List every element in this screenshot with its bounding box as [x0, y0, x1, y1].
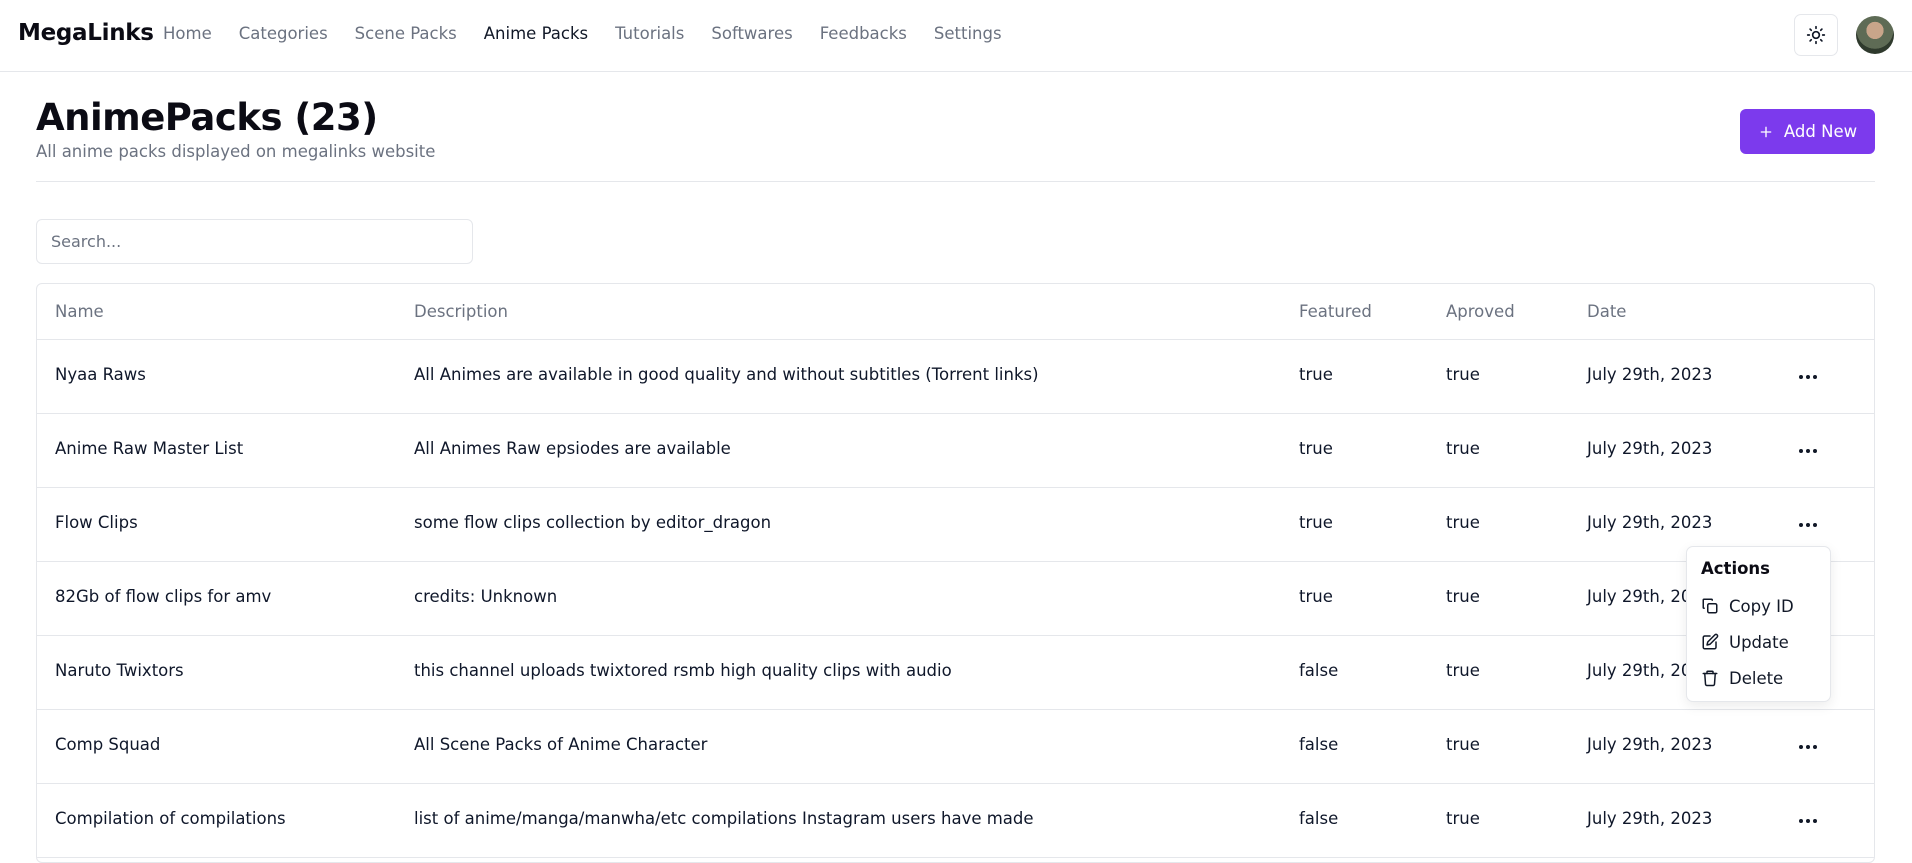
table-row: Flow Clips some flow clips collection by…: [37, 488, 1874, 562]
cell-date: July 29th, 20: [1587, 587, 1692, 606]
cell-description: list of anime/manga/manwha/etc compilati…: [414, 809, 1034, 828]
cell-description: All Animes are available in good quality…: [414, 365, 1039, 384]
copy-id-menu-item[interactable]: Copy ID: [1693, 589, 1825, 623]
column-header-name[interactable]: Name: [55, 302, 104, 321]
sun-icon: [1806, 25, 1826, 45]
cell-featured: false: [1299, 661, 1339, 680]
cell-name: Anime Raw Master List: [55, 439, 244, 458]
anime-packs-table: Name Description Featured Aproved Date N…: [36, 283, 1875, 863]
nav-link-home[interactable]: Home: [163, 24, 212, 43]
column-header-date[interactable]: Date: [1587, 302, 1626, 321]
row-actions-button[interactable]: [1792, 510, 1824, 540]
cell-approved: true: [1446, 735, 1480, 754]
cell-approved: true: [1446, 587, 1480, 606]
nav-link-softwares[interactable]: Softwares: [711, 24, 792, 43]
more-horizontal-icon: [1799, 375, 1803, 379]
user-avatar[interactable]: [1856, 16, 1894, 54]
nav-link-settings[interactable]: Settings: [934, 24, 1002, 43]
column-header-approved[interactable]: Aproved: [1446, 302, 1515, 321]
cell-date: July 29th, 2023: [1587, 809, 1713, 828]
column-header-description[interactable]: Description: [414, 302, 508, 321]
page-subtitle: All anime packs displayed on megalinks w…: [36, 142, 436, 161]
add-new-button[interactable]: Add New: [1740, 109, 1875, 154]
nav-links: Home Categories Scene Packs Anime Packs …: [163, 24, 1002, 43]
header-divider: [36, 181, 1875, 182]
plus-icon: [1760, 126, 1772, 137]
cell-approved: true: [1446, 513, 1480, 532]
update-menu-item[interactable]: Update: [1693, 625, 1825, 659]
nav-link-anime-packs[interactable]: Anime Packs: [484, 24, 588, 43]
cell-description: credits: Unknown: [414, 587, 558, 606]
brand-logo[interactable]: MegaLinks: [18, 20, 154, 46]
cell-date: July 29th, 2023: [1587, 735, 1713, 754]
row-actions-button[interactable]: [1792, 806, 1824, 836]
cell-description: this channel uploads twixtored rsmb high…: [414, 661, 952, 680]
cell-approved: true: [1446, 661, 1480, 680]
row-actions-button[interactable]: [1792, 436, 1824, 466]
cell-date: July 29th, 20: [1587, 661, 1692, 680]
cell-approved: true: [1446, 365, 1480, 384]
cell-name: Flow Clips: [55, 513, 138, 532]
search-input[interactable]: [36, 219, 473, 264]
cell-name: 82Gb of flow clips for amv: [55, 587, 272, 606]
cell-featured: true: [1299, 513, 1333, 532]
cell-date: July 29th, 2023: [1587, 513, 1713, 532]
update-label: Update: [1729, 632, 1789, 652]
more-horizontal-icon: [1799, 523, 1803, 527]
table-row: Naruto Twixtors this channel uploads twi…: [37, 636, 1874, 710]
cell-description: All Scene Packs of Anime Character: [414, 735, 708, 754]
actions-dropdown-menu: Actions Copy ID Update Delete: [1686, 546, 1831, 702]
page-title: AnimePacks (23): [36, 96, 378, 139]
cell-date: July 29th, 2023: [1587, 365, 1713, 384]
trash-icon: [1702, 670, 1718, 687]
edit-icon: [1702, 633, 1719, 650]
cell-name: Naruto Twixtors: [55, 661, 184, 680]
actions-menu-title: Actions: [1701, 559, 1770, 578]
column-header-featured[interactable]: Featured: [1299, 302, 1372, 321]
cell-approved: true: [1446, 439, 1480, 458]
delete-menu-item[interactable]: Delete: [1693, 661, 1825, 695]
cell-featured: true: [1299, 439, 1333, 458]
cell-name: Comp Squad: [55, 735, 161, 754]
cell-description: some flow clips collection by editor_dra…: [414, 513, 772, 532]
delete-label: Delete: [1729, 668, 1784, 688]
cell-approved: true: [1446, 809, 1480, 828]
more-horizontal-icon: [1799, 449, 1803, 453]
row-actions-button[interactable]: [1792, 732, 1824, 762]
table-row: 82Gb of flow clips for amv credits: Unkn…: [37, 562, 1874, 636]
table-row: Anime Raw Master List All Animes Raw eps…: [37, 414, 1874, 488]
nav-link-scene-packs[interactable]: Scene Packs: [355, 24, 457, 43]
table-row: Nyaa Raws All Animes are available in go…: [37, 340, 1874, 414]
cell-featured: true: [1299, 365, 1333, 384]
theme-toggle-button[interactable]: [1794, 14, 1838, 56]
cell-featured: false: [1299, 809, 1339, 828]
table-row: Comp Squad All Scene Packs of Anime Char…: [37, 710, 1874, 784]
add-new-label: Add New: [1783, 122, 1858, 141]
table-header: Name Description Featured Aproved Date: [37, 284, 1874, 340]
more-horizontal-icon: [1799, 819, 1803, 823]
nav-link-tutorials[interactable]: Tutorials: [615, 24, 684, 43]
top-navbar: MegaLinks Home Categories Scene Packs An…: [0, 0, 1912, 72]
cell-featured: true: [1299, 587, 1333, 606]
cell-date: July 29th, 2023: [1587, 439, 1713, 458]
row-actions-button[interactable]: [1792, 362, 1824, 392]
nav-link-categories[interactable]: Categories: [239, 24, 328, 43]
copy-icon: [1702, 598, 1718, 614]
copy-id-label: Copy ID: [1729, 596, 1794, 616]
cell-featured: false: [1299, 735, 1339, 754]
nav-link-feedbacks[interactable]: Feedbacks: [820, 24, 907, 43]
more-horizontal-icon: [1799, 745, 1803, 749]
cell-description: All Animes Raw epsiodes are available: [414, 439, 731, 458]
cell-name: Nyaa Raws: [55, 365, 146, 384]
cell-name: Compilation of compilations: [55, 809, 286, 828]
